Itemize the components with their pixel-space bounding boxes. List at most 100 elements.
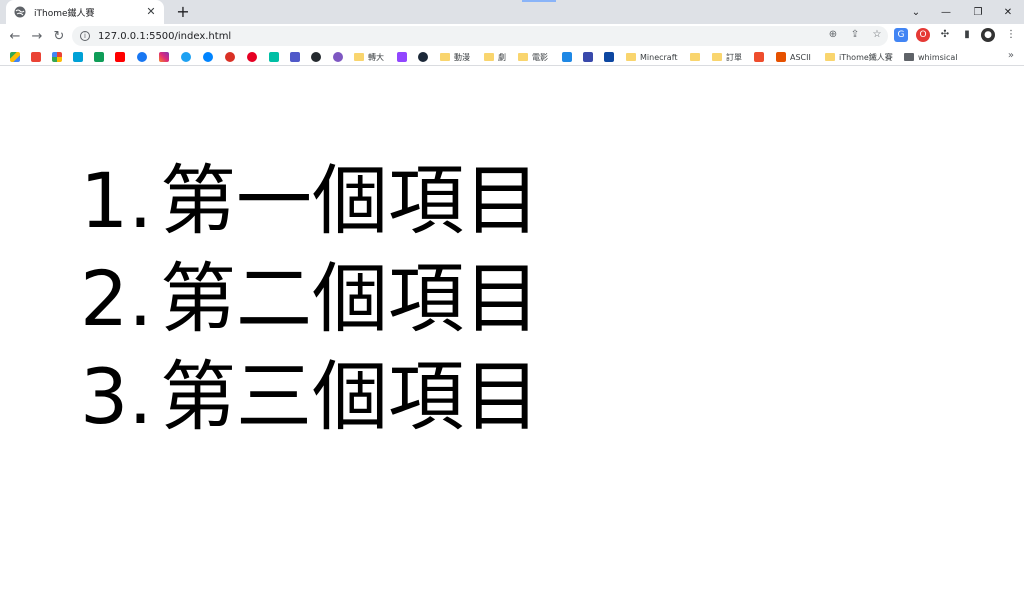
app-icon bbox=[583, 52, 593, 62]
twitch-bookmark[interactable] bbox=[397, 51, 407, 63]
more-bookmarks-button[interactable]: » bbox=[1008, 50, 1014, 61]
app-bookmark-6[interactable] bbox=[583, 51, 593, 63]
translate-extension-icon[interactable]: G bbox=[894, 28, 908, 42]
folder-icon bbox=[904, 53, 914, 61]
reload-icon[interactable]: ↻ bbox=[50, 27, 68, 45]
list-item: 3. 第三個項目 bbox=[80, 348, 540, 446]
zoom-icon[interactable]: ⊕ bbox=[826, 28, 840, 42]
facebook-bookmark[interactable] bbox=[137, 51, 147, 63]
shopee-bookmark[interactable] bbox=[754, 51, 764, 63]
bookmark-star-icon[interactable]: ☆ bbox=[870, 28, 884, 42]
folder-bookmark-9[interactable]: whimsical bbox=[904, 51, 958, 63]
k-icon bbox=[604, 52, 614, 62]
photos-bookmark[interactable] bbox=[52, 51, 62, 63]
app-icon bbox=[269, 52, 279, 62]
back-icon[interactable]: ← bbox=[6, 27, 24, 45]
google-drive-bookmark[interactable] bbox=[10, 51, 20, 63]
pinterest-bookmark[interactable] bbox=[247, 51, 257, 63]
bilibili-bookmark[interactable] bbox=[73, 51, 83, 63]
facebook-icon bbox=[137, 52, 147, 62]
app-icon bbox=[562, 52, 572, 62]
messenger-icon bbox=[203, 52, 213, 62]
side-panel-icon[interactable]: ▮ bbox=[960, 28, 974, 42]
app-bookmark-7[interactable] bbox=[604, 51, 614, 63]
share-icon[interactable]: ⇪ bbox=[848, 28, 862, 42]
ordered-list: 1. 第一個項目 2. 第二個項目 3. 第三個項目 bbox=[80, 152, 540, 446]
list-marker: 3. bbox=[80, 352, 153, 441]
toolbar: ← → ↻ i 127.0.0.1:5500/index.html ⊕ ⇪ ☆ … bbox=[0, 24, 1024, 48]
adblock-extension-icon[interactable]: O bbox=[916, 28, 930, 42]
tab-ithome[interactable]: iThome鐵人賽 ✕ bbox=[6, 0, 164, 24]
globe-icon bbox=[14, 6, 26, 18]
list-marker: 1. bbox=[80, 156, 153, 245]
github-bookmark[interactable] bbox=[311, 51, 321, 63]
folder-bookmark-6[interactable] bbox=[690, 51, 700, 63]
bookmarks-bar: 轉大 動漫 劇 電影 Minecraft 訂單 ASCII iThome鐵人賽 … bbox=[0, 48, 1024, 66]
app-bookmark-4[interactable] bbox=[333, 51, 343, 63]
gmail-bookmark[interactable] bbox=[31, 51, 41, 63]
list-item-text: 第一個項目 bbox=[160, 156, 540, 245]
list-marker: 2. bbox=[80, 254, 153, 343]
steam-icon bbox=[418, 52, 428, 62]
instagram-bookmark[interactable] bbox=[159, 51, 169, 63]
tab-indicator bbox=[522, 0, 556, 2]
drive-icon bbox=[10, 52, 20, 62]
youtube-icon bbox=[115, 52, 125, 62]
list-item: 2. 第二個項目 bbox=[80, 250, 540, 348]
app-bookmark-1[interactable] bbox=[94, 51, 104, 63]
pinterest-icon bbox=[247, 52, 257, 62]
twitch-icon bbox=[397, 52, 407, 62]
restore-button[interactable]: ❐ bbox=[962, 0, 994, 24]
youtube-bookmark[interactable] bbox=[115, 51, 125, 63]
tab-search-icon[interactable]: ⌄ bbox=[900, 0, 932, 24]
app-icon bbox=[333, 52, 343, 62]
folder-icon bbox=[825, 53, 835, 61]
app-bookmark-5[interactable] bbox=[562, 51, 572, 63]
folder-icon bbox=[484, 53, 494, 61]
address-bar[interactable]: i 127.0.0.1:5500/index.html bbox=[72, 26, 888, 46]
extensions-puzzle-icon[interactable]: ✣ bbox=[938, 28, 952, 42]
browser-chrome: iThome鐵人賽 ✕ + ⌄ — ❐ ✕ ← → ↻ i 127.0.0.1:… bbox=[0, 0, 1024, 66]
folder-bookmark-3[interactable]: 劇 bbox=[484, 51, 506, 63]
tv-icon bbox=[73, 52, 83, 62]
github-icon bbox=[311, 52, 321, 62]
folder-icon bbox=[518, 53, 528, 61]
messenger-bookmark[interactable] bbox=[203, 51, 213, 63]
minimize-button[interactable]: — bbox=[930, 0, 962, 24]
shopping-bag-icon bbox=[754, 52, 764, 62]
twitter-bookmark[interactable] bbox=[181, 51, 191, 63]
teams-bookmark[interactable] bbox=[290, 51, 300, 63]
forward-icon[interactable]: → bbox=[28, 27, 46, 45]
app-bookmark-3[interactable] bbox=[269, 51, 279, 63]
folder-bookmark-4[interactable]: 電影 bbox=[518, 51, 548, 63]
folder-icon bbox=[626, 53, 636, 61]
folder-bookmark-5[interactable]: Minecraft bbox=[626, 51, 678, 63]
address-url: 127.0.0.1:5500/index.html bbox=[98, 30, 232, 42]
ascii-bookmark[interactable]: ASCII bbox=[776, 51, 811, 63]
list-item-text: 第三個項目 bbox=[160, 352, 540, 441]
app-icon bbox=[94, 52, 104, 62]
close-window-button[interactable]: ✕ bbox=[992, 0, 1024, 24]
close-tab-icon[interactable]: ✕ bbox=[144, 5, 158, 19]
app-bookmark-2[interactable] bbox=[225, 51, 235, 63]
folder-icon bbox=[440, 53, 450, 61]
steam-bookmark[interactable] bbox=[418, 51, 428, 63]
photos-icon bbox=[52, 52, 62, 62]
instagram-icon bbox=[159, 52, 169, 62]
gmail-icon bbox=[31, 52, 41, 62]
r-icon bbox=[776, 52, 786, 62]
site-info-icon[interactable]: i bbox=[80, 31, 90, 41]
new-tab-button[interactable]: + bbox=[174, 3, 192, 21]
folder-bookmark-1[interactable]: 轉大 bbox=[354, 51, 384, 63]
teams-icon bbox=[290, 52, 300, 62]
app-icon bbox=[225, 52, 235, 62]
menu-kebab-icon[interactable]: ⋮ bbox=[1004, 28, 1018, 42]
tab-strip: iThome鐵人賽 ✕ + ⌄ — ❐ ✕ bbox=[0, 0, 1024, 24]
profile-avatar[interactable]: ● bbox=[981, 28, 995, 42]
folder-bookmark-2[interactable]: 動漫 bbox=[440, 51, 470, 63]
twitter-icon bbox=[181, 52, 191, 62]
list-item: 1. 第一個項目 bbox=[80, 152, 540, 250]
folder-bookmark-7[interactable]: 訂單 bbox=[712, 51, 742, 63]
folder-icon bbox=[690, 53, 700, 61]
folder-bookmark-8[interactable]: iThome鐵人賽 bbox=[825, 51, 893, 63]
